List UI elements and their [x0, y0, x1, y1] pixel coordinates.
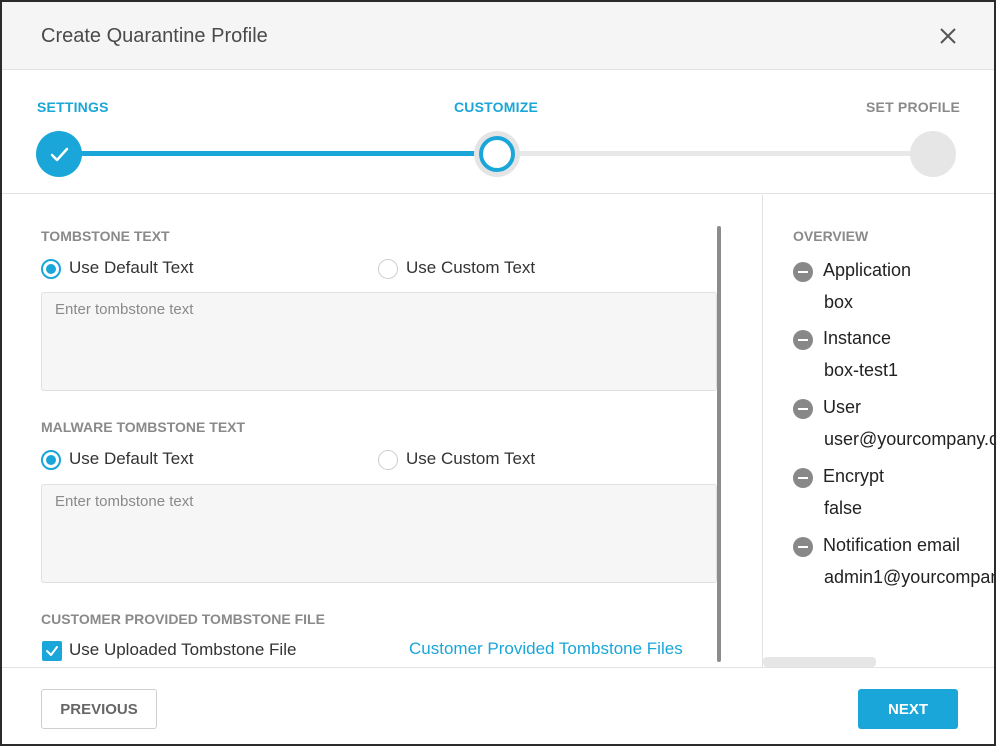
overview-item-value: box-test1 — [824, 360, 899, 380]
customer-tombstone-files-link[interactable]: Customer Provided Tombstone Files — [409, 639, 683, 659]
checkmark-icon — [46, 646, 58, 656]
minus-circle-icon[interactable] — [793, 330, 813, 350]
stepper-track-pending — [498, 151, 934, 156]
overview-item-value: box — [824, 292, 854, 312]
current-step-ring — [479, 136, 515, 172]
step-customize-current[interactable] — [474, 131, 520, 177]
quarantine-profile-dialog: Create Quarantine Profile SETTINGS CUSTO… — [0, 0, 996, 746]
close-icon[interactable] — [936, 24, 960, 48]
use-uploaded-tombstone-label: Use Uploaded Tombstone File — [69, 640, 297, 659]
previous-button[interactable]: PREVIOUS — [41, 689, 157, 729]
step-settings-completed[interactable] — [36, 131, 82, 177]
next-button[interactable]: NEXT — [858, 689, 958, 729]
minus-circle-icon[interactable] — [793, 262, 813, 282]
step-set-profile-pending[interactable] — [910, 131, 956, 177]
malware-tombstone-text-input[interactable] — [41, 484, 717, 583]
tombstone-text-label: TOMBSTONE TEXT — [41, 228, 170, 244]
overview-horizontal-scrollbar[interactable] — [763, 657, 876, 667]
customize-form: TOMBSTONE TEXT Use Default Text Use Cust… — [2, 195, 762, 667]
overview-item: Notification email admin1@yourcompany.co… — [763, 535, 994, 605]
stepper-track-completed — [62, 151, 478, 156]
overview-item-label: Application — [823, 260, 912, 280]
checkmark-icon — [50, 147, 69, 162]
dialog-title: Create Quarantine Profile — [41, 25, 268, 47]
dialog-header: Create Quarantine Profile — [2, 2, 994, 70]
minus-circle-icon[interactable] — [793, 468, 813, 488]
malware-tombstone-default-label: Use Default Text — [69, 449, 194, 468]
overview-item: Instance box-test1 — [763, 328, 994, 398]
tombstone-custom-label: Use Custom Text — [406, 258, 536, 277]
overview-title: OVERVIEW — [793, 228, 869, 244]
overview-item-value: user@yourcompany.com — [824, 429, 994, 449]
overview-item: Encrypt false — [763, 466, 994, 536]
overview-item-label: Instance — [823, 328, 892, 348]
overview-item-label: User — [823, 397, 862, 417]
malware-tombstone-text-label: MALWARE TOMBSTONE TEXT — [41, 419, 246, 435]
malware-tombstone-custom-label: Use Custom Text — [406, 449, 536, 468]
tombstone-default-radio[interactable] — [41, 259, 61, 279]
use-uploaded-tombstone-checkbox[interactable] — [42, 641, 62, 661]
tombstone-custom-radio[interactable] — [378, 259, 398, 279]
step-label-customize: CUSTOMIZE — [454, 99, 538, 115]
malware-tombstone-custom-radio[interactable] — [378, 450, 398, 470]
overview-pane: OVERVIEW Application box Instance box-te… — [763, 195, 994, 667]
overview-item-label: Encrypt — [823, 466, 885, 486]
form-scrollbar[interactable] — [717, 226, 721, 662]
minus-circle-icon[interactable] — [793, 399, 813, 419]
dialog-footer: PREVIOUS NEXT — [2, 667, 994, 744]
malware-tombstone-default-radio[interactable] — [41, 450, 61, 470]
overview-item-value: admin1@yourcompany.com — [824, 567, 994, 587]
tombstone-text-input[interactable] — [41, 292, 717, 391]
overview-item: Application box — [763, 260, 994, 330]
overview-item-value: false — [824, 498, 863, 518]
overview-item-label: Notification email — [823, 535, 961, 555]
overview-item: User user@yourcompany.com — [763, 397, 994, 467]
tombstone-default-label: Use Default Text — [69, 258, 194, 277]
customer-tombstone-file-label: CUSTOMER PROVIDED TOMBSTONE FILE — [41, 611, 325, 627]
step-label-settings: SETTINGS — [37, 99, 109, 115]
progress-stepper: SETTINGS CUSTOMIZE SET PROFILE — [2, 71, 994, 194]
step-label-set-profile: SET PROFILE — [866, 99, 960, 115]
minus-circle-icon[interactable] — [793, 537, 813, 557]
